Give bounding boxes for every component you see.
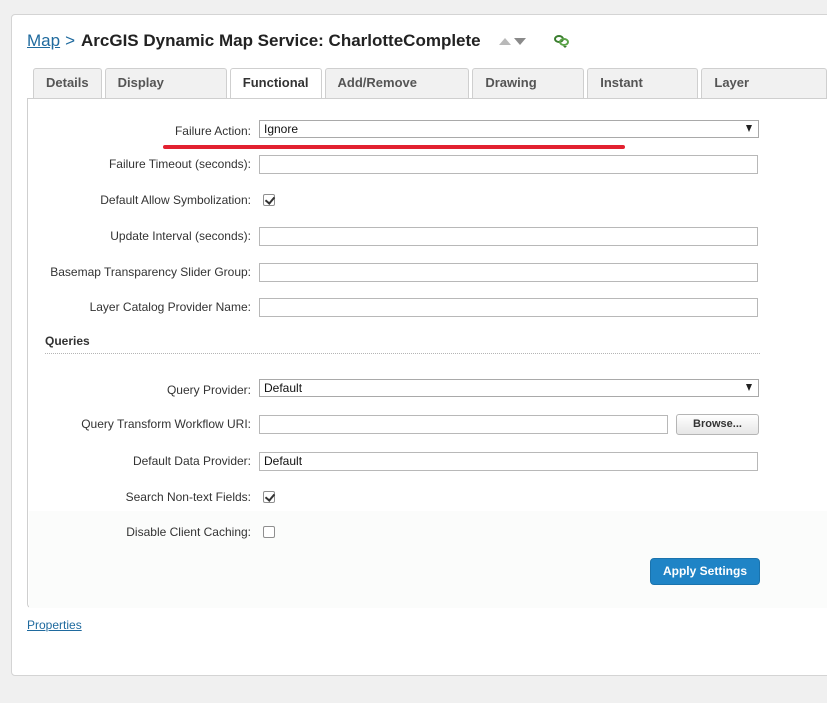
tab-bar: Details Display Settings Functional Add/… xyxy=(33,68,827,118)
query-provider-select[interactable]: Default xyxy=(259,379,759,397)
queries-section-title: Queries xyxy=(45,334,90,348)
failure-timeout-row: Failure Timeout (seconds): xyxy=(28,153,827,175)
tab-functional[interactable]: Functional xyxy=(229,68,322,100)
tab-drawing-order[interactable]: Drawing Order xyxy=(472,68,585,118)
tab-details[interactable]: Details xyxy=(33,68,102,99)
tab-add-remove-layers[interactable]: Add/Remove Layers xyxy=(324,68,470,118)
dropdown-caret-icon xyxy=(746,125,752,132)
failure-action-value: Ignore xyxy=(264,122,299,136)
update-interval-input[interactable] xyxy=(259,227,758,246)
failure-timeout-label: Failure Timeout (seconds): xyxy=(108,157,251,171)
default-allow-symbolization-checkbox[interactable] xyxy=(263,194,275,206)
layer-catalog-provider-input[interactable] xyxy=(259,298,758,317)
tab-instant-search[interactable]: Instant Search xyxy=(587,68,699,118)
search-non-text-row: Search Non-text Fields: xyxy=(28,486,827,508)
dropdown-caret-icon xyxy=(746,384,752,391)
basemap-transparency-input[interactable] xyxy=(259,263,758,282)
layer-catalog-provider-label: Layer Catalog Provider Name: xyxy=(89,300,251,314)
query-provider-label: Query Provider: xyxy=(166,383,251,397)
basemap-transparency-row: Basemap Transparency Slider Group: xyxy=(28,261,827,283)
disable-client-caching-row: Disable Client Caching: xyxy=(28,521,827,543)
update-interval-row: Update Interval (seconds): xyxy=(28,225,827,247)
breadcrumb-map-link[interactable]: Map xyxy=(27,31,60,51)
red-underline-annotation xyxy=(163,145,625,149)
disable-client-caching-label: Disable Client Caching: xyxy=(126,525,251,539)
default-data-provider-label: Default Data Provider: xyxy=(132,454,251,468)
reorder-arrows xyxy=(498,37,526,45)
properties-link[interactable]: Properties xyxy=(27,618,82,632)
failure-action-label: Failure Action: xyxy=(174,124,251,138)
default-data-provider-row: Default Data Provider: Default xyxy=(28,450,827,472)
failure-action-select[interactable]: Ignore xyxy=(259,120,759,138)
disable-client-caching-checkbox[interactable] xyxy=(263,526,275,538)
default-allow-symbolization-label: Default Allow Symbolization: xyxy=(100,193,251,207)
section-divider xyxy=(45,353,760,354)
link-icon[interactable] xyxy=(553,34,570,48)
failure-action-row: Failure Action: Ignore xyxy=(28,120,827,142)
failure-timeout-input[interactable] xyxy=(259,155,758,174)
query-transform-row: Query Transform Workflow URI: Browse... xyxy=(28,413,827,435)
search-non-text-checkbox[interactable] xyxy=(263,491,275,503)
arrow-down-icon[interactable] xyxy=(513,37,526,45)
query-provider-row: Query Provider: Default xyxy=(28,379,827,401)
arrow-up-icon[interactable] xyxy=(498,37,511,45)
query-provider-value: Default xyxy=(264,381,303,395)
query-transform-label: Query Transform Workflow URI: xyxy=(81,417,251,431)
layer-catalog-provider-row: Layer Catalog Provider Name: xyxy=(28,296,827,318)
tab-content: Failure Action: Ignore Failure Timeout (… xyxy=(27,98,827,608)
page-title: ArcGIS Dynamic Map Service: CharlotteCom… xyxy=(81,31,481,50)
query-transform-input[interactable] xyxy=(259,415,668,434)
page-header: Map > ArcGIS Dynamic Map Service: Charlo… xyxy=(27,30,570,52)
search-non-text-label: Search Non-text Fields: xyxy=(125,490,251,504)
tab-display-settings[interactable]: Display Settings xyxy=(104,68,227,118)
default-data-provider-input[interactable]: Default xyxy=(259,452,758,471)
update-interval-label: Update Interval (seconds): xyxy=(110,229,251,243)
default-allow-symbolization-row: Default Allow Symbolization: xyxy=(28,189,827,211)
tab-layer-hyperlinks[interactable]: Layer Hyperlinks xyxy=(701,68,827,118)
browse-button[interactable]: Browse... xyxy=(676,414,759,435)
basemap-transparency-label: Basemap Transparency Slider Group: xyxy=(50,265,251,279)
breadcrumb-separator: > xyxy=(65,31,76,50)
apply-settings-button[interactable]: Apply Settings xyxy=(650,558,760,585)
